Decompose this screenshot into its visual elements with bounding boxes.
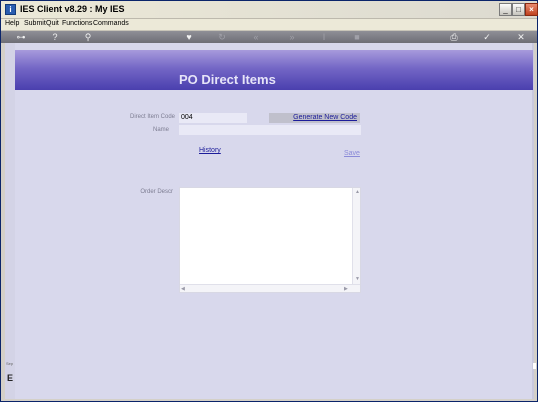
generate-new-code-button[interactable]: Generate New Code (269, 113, 360, 123)
window-title: IES Client v8.29 : My IES (20, 4, 125, 14)
page-title: PO Direct Items (179, 72, 276, 87)
order-descr-textarea[interactable]: ▲ ▼ ◀ ▶ (179, 187, 361, 293)
textarea-vertical-scrollbar[interactable]: ▲ ▼ (352, 188, 360, 284)
toolbar: ⊶ ? ⚲ ♥ ↻ « » I ■ ⎙ ✓ ✕ (1, 31, 537, 43)
refresh-icon[interactable]: ↻ (217, 32, 227, 42)
scroll-up-icon[interactable]: ▲ (355, 189, 360, 195)
menu-commands[interactable]: Commands (93, 20, 129, 27)
key-icon[interactable]: ⊶ (11, 32, 31, 42)
app-window: i IES Client v8.29 : My IES _ □ × Help S… (0, 0, 538, 402)
forward-icon[interactable]: » (286, 32, 298, 42)
minimize-button[interactable]: _ (499, 3, 512, 16)
rewind-icon[interactable]: « (250, 32, 262, 42)
stop-icon[interactable]: ■ (352, 32, 362, 42)
search-icon[interactable]: ⚲ (83, 32, 93, 42)
menu-submit[interactable]: Submit (24, 20, 46, 27)
side-separator-label: Sep (6, 361, 14, 366)
history-link[interactable]: History (199, 147, 221, 154)
menu-help[interactable]: Help (5, 20, 19, 27)
right-scrollbar[interactable] (532, 43, 534, 399)
order-descr-label: Order Descr (140, 189, 173, 195)
heart-icon[interactable]: ♥ (184, 32, 194, 42)
text-cursor-icon[interactable]: I (319, 32, 329, 42)
close-window-button[interactable]: × (525, 3, 538, 16)
check-icon[interactable]: ✓ (482, 32, 492, 42)
scroll-right-icon[interactable]: ▶ (344, 286, 348, 292)
menu-functions[interactable]: Functions (62, 20, 92, 27)
side-e-icon[interactable]: E (7, 373, 13, 383)
scroll-left-icon[interactable]: ◀ (181, 286, 185, 292)
scroll-down-icon[interactable]: ▼ (355, 276, 360, 282)
side-panel: Sep E (5, 43, 15, 399)
title-bar: i IES Client v8.29 : My IES _ □ × (1, 1, 538, 19)
client-area: Sep E PO Direct Items Direct Item Code 0… (5, 43, 536, 399)
name-field[interactable] (179, 125, 361, 135)
menu-bar: Help Submit Quit Functions Commands (1, 19, 537, 31)
textarea-horizontal-scrollbar[interactable]: ◀ ▶ (180, 284, 360, 292)
close-icon[interactable]: ✕ (516, 32, 526, 42)
generate-new-code-label: Generate New Code (293, 114, 357, 121)
help-icon[interactable]: ? (50, 32, 60, 42)
page-header: PO Direct Items (15, 50, 533, 90)
print-icon[interactable]: ⎙ (449, 32, 459, 42)
right-scrollbar-thumb[interactable] (533, 363, 536, 369)
name-label: Name (152, 127, 169, 133)
menu-quit[interactable]: Quit (46, 20, 59, 27)
direct-item-code-label: Direct Item Code (129, 114, 175, 120)
ies-app-icon: i (5, 4, 16, 15)
direct-item-code-field[interactable]: 004 (179, 113, 247, 123)
maximize-button[interactable]: □ (512, 3, 525, 16)
save-link[interactable]: Save (344, 150, 360, 157)
